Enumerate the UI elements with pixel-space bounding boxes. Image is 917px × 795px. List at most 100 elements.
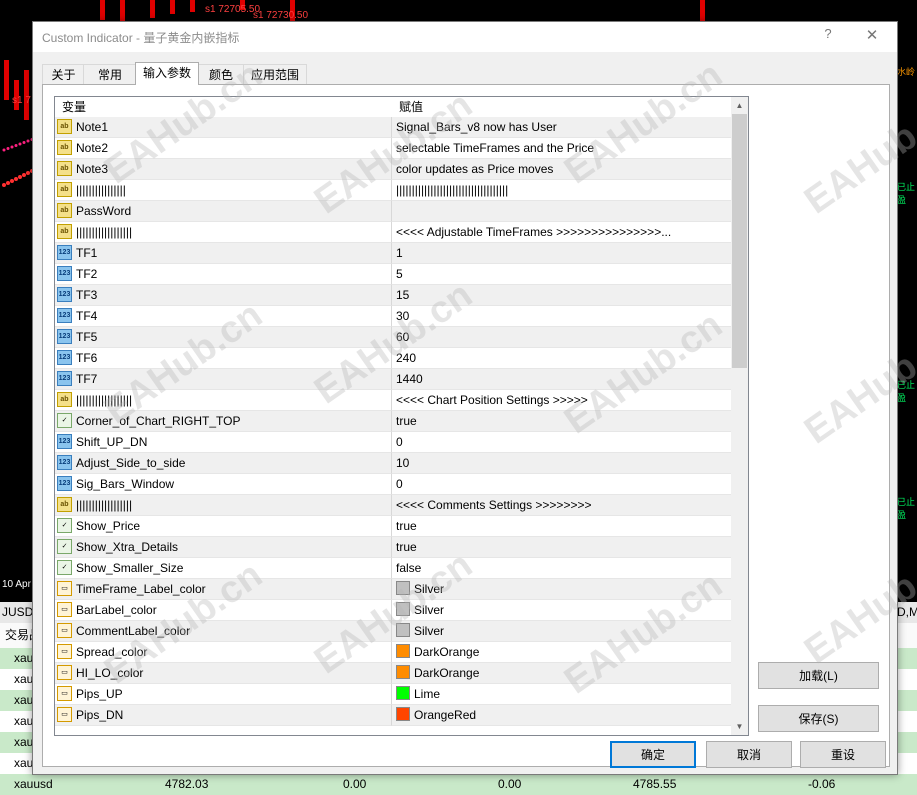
parameter-row[interactable]: ▭ CommentLabel_color Silver xyxy=(55,621,735,642)
scroll-up-icon[interactable]: ▲ xyxy=(731,97,748,114)
column-header-variable[interactable]: 变量 xyxy=(55,97,392,117)
save-button[interactable]: 保存(S) xyxy=(758,705,879,732)
parameter-value-cell[interactable]: false xyxy=(392,558,735,579)
parameter-row[interactable]: ab PassWord xyxy=(55,201,735,222)
parameter-value-cell[interactable]: Silver xyxy=(392,621,735,642)
parameter-value-cell[interactable]: selectable TimeFrames and the Price xyxy=(392,138,735,159)
parameter-value-cell[interactable]: Silver xyxy=(392,579,735,600)
parameter-row[interactable]: ab |||||||||||||||||| <<<< Adjustable Time… xyxy=(55,222,735,243)
boolean-type-icon: ✓ xyxy=(57,539,72,554)
parameter-row[interactable]: 123 TF3 15 xyxy=(55,285,735,306)
ok-button[interactable]: 确定 xyxy=(610,741,696,768)
parameter-row[interactable]: ▭ Pips_UP Lime xyxy=(55,684,735,705)
parameter-value-cell[interactable]: 5 xyxy=(392,264,735,285)
parameter-value-cell[interactable]: OrangeRed xyxy=(392,705,735,726)
parameter-row[interactable]: ab Note2 selectable TimeFrames and the Pri… xyxy=(55,138,735,159)
load-button[interactable]: 加载(L) xyxy=(758,662,879,689)
parameter-name-cell: 123 Sig_Bars_Window xyxy=(55,474,392,495)
parameter-value-cell[interactable]: <<<< Comments Settings >>>>>>>> xyxy=(392,495,735,516)
parameter-row[interactable]: 123 Shift_UP_DN 0 xyxy=(55,432,735,453)
parameter-value-cell[interactable]: 0 xyxy=(392,474,735,495)
parameter-name-cell: ab Note3 xyxy=(55,159,392,180)
parameter-value-cell[interactable]: true xyxy=(392,411,735,432)
parameter-value-cell[interactable]: 10 xyxy=(392,453,735,474)
candle xyxy=(4,60,9,100)
color-swatch xyxy=(396,644,410,658)
signal-dot xyxy=(6,181,10,185)
parameter-row[interactable]: ▭ HI_LO_color DarkOrange xyxy=(55,663,735,684)
signal-dot xyxy=(26,171,30,175)
parameter-value-cell[interactable]: 240 xyxy=(392,348,735,369)
parameter-row[interactable]: ab |||||||||||||||||| <<<< Chart Position … xyxy=(55,390,735,411)
parameter-row[interactable]: ✓ Corner_of_Chart_RIGHT_TOP true xyxy=(55,411,735,432)
parameter-value-cell[interactable]: DarkOrange xyxy=(392,663,735,684)
parameter-value-cell[interactable]: 30 xyxy=(392,306,735,327)
tab-visualization[interactable]: 应用范围 xyxy=(243,64,307,85)
parameter-value-cell[interactable]: 60 xyxy=(392,327,735,348)
scroll-down-icon[interactable]: ▼ xyxy=(731,718,748,735)
parameter-row[interactable]: 123 TF5 60 xyxy=(55,327,735,348)
integer-type-icon: 123 xyxy=(57,266,72,281)
parameter-row[interactable]: ▭ Pips_DN OrangeRed xyxy=(55,705,735,726)
cancel-button[interactable]: 取消 xyxy=(706,741,792,768)
vertical-scrollbar[interactable]: ▲ ▼ xyxy=(731,97,748,735)
parameter-row[interactable]: ab Note3 color updates as Price moves xyxy=(55,159,735,180)
side-label: 已止盈 xyxy=(897,380,916,403)
parameter-name-cell: ▭ HI_LO_color xyxy=(55,663,392,684)
parameter-row[interactable]: ▭ BarLabel_color Silver xyxy=(55,600,735,621)
parameter-value-cell[interactable]: <<<< Adjustable TimeFrames >>>>>>>>>>>>>… xyxy=(392,222,735,243)
table-row[interactable]: xauusd 4782.03 0.00 0.00 4785.55 -0.06 xyxy=(0,774,917,795)
parameter-value-cell[interactable]: Signal_Bars_v8 now has User xyxy=(392,117,735,138)
scroll-thumb[interactable] xyxy=(732,114,747,368)
parameter-value: 240 xyxy=(396,351,417,365)
parameter-name-cell: ab |||||||||||||||||| xyxy=(55,495,392,516)
parameter-value-cell[interactable]: <<<< Chart Position Settings >>>>> xyxy=(392,390,735,411)
parameter-name: Note1 xyxy=(76,120,109,134)
parameter-value-cell[interactable]: true xyxy=(392,537,735,558)
parameter-row[interactable]: ✓ Show_Smaller_Size false xyxy=(55,558,735,579)
tab-common[interactable]: 常用 xyxy=(83,64,137,85)
parameter-row[interactable]: ✓ Show_Price true xyxy=(55,516,735,537)
tab-about[interactable]: 关于 xyxy=(42,64,85,85)
tab-colors[interactable]: 颜色 xyxy=(197,64,245,85)
parameter-name: TF5 xyxy=(76,330,98,344)
reset-button[interactable]: 重设 xyxy=(800,741,886,768)
row-value: 4782.03 xyxy=(165,777,209,791)
parameter-value-cell[interactable]: 1 xyxy=(392,243,735,264)
parameter-value-cell[interactable]: 0 xyxy=(392,432,735,453)
parameter-value-cell[interactable]: 15 xyxy=(392,285,735,306)
symbol-tab-right[interactable]: D,M xyxy=(897,602,917,623)
parameter-value-cell[interactable]: DarkOrange xyxy=(392,642,735,663)
parameter-row[interactable]: 123 TF6 240 xyxy=(55,348,735,369)
title-bar[interactable]: Custom Indicator - 量子黄金内嵌指标 ? ✕ xyxy=(33,22,897,52)
parameter-row[interactable]: 123 Sig_Bars_Window 0 xyxy=(55,474,735,495)
parameter-row[interactable]: ab |||||||||||||||| ||||||||||||||||||||||… xyxy=(55,180,735,201)
parameter-row[interactable]: ▭ Spread_color DarkOrange xyxy=(55,642,735,663)
string-type-icon: ab xyxy=(57,392,72,407)
parameter-value-cell[interactable] xyxy=(392,201,735,222)
parameter-row[interactable]: 123 Adjust_Side_to_side 10 xyxy=(55,453,735,474)
parameter-value-cell[interactable]: 1440 xyxy=(392,369,735,390)
parameter-value-cell[interactable]: Silver xyxy=(392,600,735,621)
column-header-value[interactable]: 赋值 xyxy=(392,97,729,117)
parameter-value-cell[interactable]: |||||||||||||||||||||||||||||||||||| xyxy=(392,180,735,201)
parameter-value-cell[interactable]: color updates as Price moves xyxy=(392,159,735,180)
signal-dot xyxy=(22,141,26,144)
parameter-row[interactable]: 123 TF7 1440 xyxy=(55,369,735,390)
close-icon[interactable]: ✕ xyxy=(864,26,880,44)
parameter-row[interactable]: ab Note1 Signal_Bars_v8 now has User xyxy=(55,117,735,138)
parameter-value: <<<< Comments Settings >>>>>>>> xyxy=(396,498,592,512)
parameter-value-cell[interactable]: true xyxy=(392,516,735,537)
help-button[interactable]: ? xyxy=(820,26,836,41)
parameter-row[interactable]: ▭ TimeFrame_Label_color Silver xyxy=(55,579,735,600)
input-parameters-grid[interactable]: 变量 赋值 ab Note1 Signal_Bars_v8 now has User… xyxy=(54,96,749,736)
parameter-row[interactable]: 123 TF1 1 xyxy=(55,243,735,264)
parameter-value-cell[interactable]: Lime xyxy=(392,684,735,705)
tab-inputs[interactable]: 输入参数 xyxy=(135,62,199,85)
integer-type-icon: 123 xyxy=(57,287,72,302)
parameter-name-cell: ab |||||||||||||||| xyxy=(55,180,392,201)
parameter-row[interactable]: ✓ Show_Xtra_Details true xyxy=(55,537,735,558)
parameter-row[interactable]: 123 TF2 5 xyxy=(55,264,735,285)
parameter-row[interactable]: ab |||||||||||||||||| <<<< Comments Setti… xyxy=(55,495,735,516)
parameter-row[interactable]: 123 TF4 30 xyxy=(55,306,735,327)
